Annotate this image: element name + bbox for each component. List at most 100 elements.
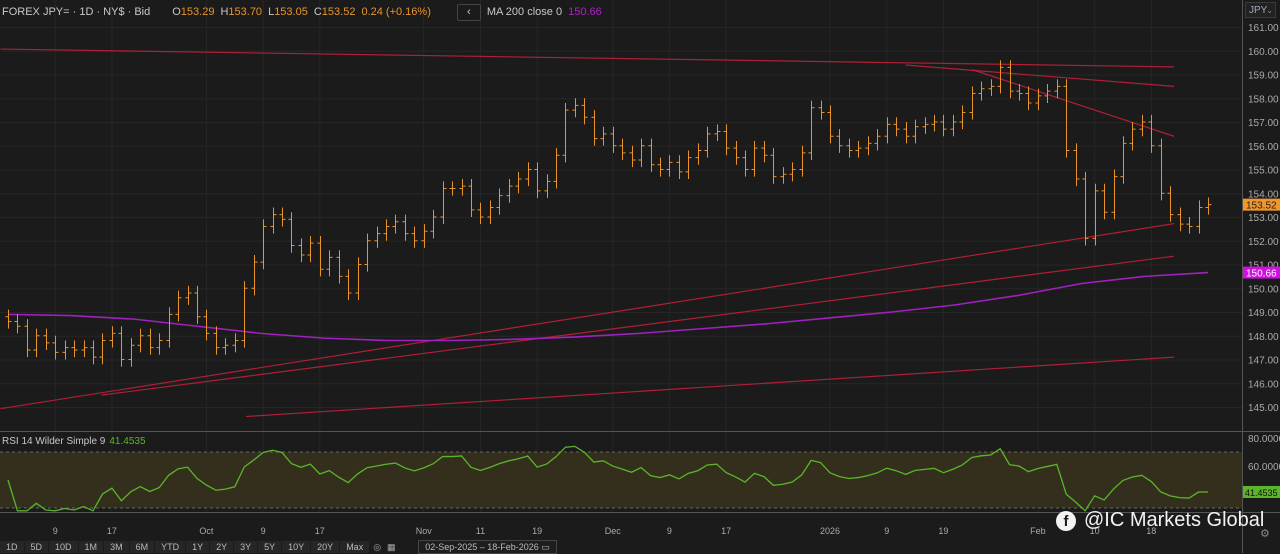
ohlc-bar — [1177, 207, 1184, 232]
ohlc-bar — [1073, 143, 1080, 187]
range-button-2y[interactable]: 2Y — [210, 541, 235, 553]
facebook-icon: f — [1056, 510, 1076, 531]
ohlc-bar — [1082, 171, 1089, 246]
trendline — [972, 69, 1175, 137]
high-value: 153.70 — [228, 6, 263, 18]
ohlc-bar — [118, 326, 125, 367]
rsi-value-tag: 41.4535 — [1245, 488, 1278, 498]
rsi-value: 41.4535 — [109, 436, 146, 447]
open-label: O — [172, 6, 181, 18]
trendline — [0, 223, 1175, 410]
range-button-5y[interactable]: 5Y — [258, 541, 283, 553]
ohlc-bar — [241, 281, 248, 348]
ohlc-bar — [62, 340, 69, 360]
chevron-down-icon: ⌄ — [1266, 6, 1273, 15]
rsi-tick-label: 80.0000 — [1248, 434, 1280, 445]
range-button-1y[interactable]: 1Y — [186, 541, 211, 553]
ohlc-bar — [14, 314, 21, 334]
ohlc-bar — [81, 340, 88, 358]
price-chart[interactable]: 161.00 160.00 159.00 158.00 157.00 156.00 155.… — [0, 0, 1280, 553]
ohlc-bar — [525, 162, 532, 187]
range-button-10y[interactable]: 10Y — [282, 541, 312, 553]
ohlc-bar — [374, 226, 381, 248]
ohlc-bar — [1205, 197, 1212, 215]
ohlc-bar — [364, 233, 371, 272]
time-axis-label: 17 — [107, 526, 117, 536]
ohlc-bar — [874, 129, 881, 151]
ohlc-bar — [496, 188, 503, 215]
ohlc-bar — [940, 114, 947, 137]
ohlc-bar — [855, 141, 862, 158]
ma-price-tag: 150.66 — [1246, 269, 1277, 280]
range-button-1m[interactable]: 1M — [78, 541, 105, 553]
range-button-3y[interactable]: 3Y — [234, 541, 259, 553]
ohlc-bar — [638, 138, 645, 168]
ohlc-bar — [581, 98, 588, 125]
ohlc-bar — [818, 100, 825, 120]
ohlc-bar — [770, 148, 777, 184]
ohlc-bar — [685, 150, 692, 179]
ohlc-bar — [648, 138, 655, 172]
ohlc-bar — [175, 290, 182, 322]
ohlc-bar — [808, 100, 815, 160]
ohlc-bar — [213, 326, 220, 355]
range-button-1d[interactable]: 1D — [0, 541, 25, 553]
ohlc-bar — [487, 200, 494, 225]
range-toolbar: 1D 5D 10D 1M 3M 6M YTD 1Y 2Y 3Y 5Y 10Y 20Y Max ◎ ▦ 02… — [0, 540, 1280, 554]
ohlc-bar — [761, 141, 768, 163]
watermark-text: @IC Markets Global — [1084, 509, 1265, 531]
price-tick-label: 150.00 — [1248, 284, 1279, 295]
date-range-picker[interactable]: 02-Sep-2025 – 18-Feb-2026 ▭ — [418, 540, 557, 554]
time-axis-label: 11 — [476, 526, 485, 536]
range-button-10d[interactable]: 10D — [49, 541, 79, 553]
close-label: C — [313, 6, 322, 18]
ohlc-bar — [1148, 114, 1155, 153]
ohlc-bar — [799, 145, 806, 177]
range-button-6m[interactable]: 6M — [129, 541, 156, 553]
ohlc-bar — [676, 155, 683, 179]
ohlc-bar — [1111, 169, 1118, 220]
range-button-20y[interactable]: 20Y — [311, 541, 341, 553]
change-value: 0.24 (+0.16%) — [361, 6, 431, 18]
last-price-tag: 153.52 — [1246, 201, 1277, 212]
ohlc-bar — [345, 269, 352, 301]
ohlc-bar — [336, 250, 343, 284]
reset-icon[interactable]: ◎ — [370, 541, 384, 553]
chart-legend: FOREX JPY= · 1D · NY$ · Bid O153.29 H153… — [2, 3, 602, 21]
price-tick-label: 157.00 — [1248, 118, 1279, 129]
ohlc-bar — [619, 138, 626, 160]
time-axis-label: Oct — [199, 526, 214, 536]
ohlc-bar — [317, 236, 324, 277]
ohlc-bar — [912, 119, 919, 144]
time-axis-label: 9 — [884, 526, 889, 536]
price-tick-label: 155.00 — [1248, 166, 1279, 177]
ohlc-bar — [950, 114, 957, 137]
time-axis-label: 9 — [261, 526, 266, 536]
ohlc-bar — [355, 257, 362, 301]
ohlc-bar — [666, 155, 673, 177]
rsi-tick-label: 60.0000 — [1248, 462, 1280, 473]
ohlc-bar — [600, 126, 607, 146]
ohlc-bar — [459, 179, 466, 196]
price-tick-label: 154.00 — [1248, 189, 1279, 200]
ohlc-bar — [922, 117, 929, 134]
range-button-3m[interactable]: 3M — [104, 541, 130, 553]
collapse-legend-button[interactable]: ‹ — [456, 3, 481, 21]
ohlc-bar — [251, 255, 258, 296]
range-button-5d[interactable]: 5D — [24, 541, 50, 553]
ohlc-bar — [137, 328, 144, 353]
table-icon[interactable]: ▦ — [384, 541, 398, 553]
range-button-max[interactable]: Max — [340, 541, 371, 553]
ohlc-bar — [1167, 186, 1174, 222]
ohlc-bar — [714, 124, 721, 141]
settings-gear-icon[interactable]: ⚙ — [1260, 527, 1270, 540]
range-button-ytd[interactable]: YTD — [155, 541, 187, 553]
ohlc-bar — [1007, 60, 1014, 99]
ma-value: 150.66 — [568, 6, 602, 18]
ohlc-bar — [506, 179, 513, 203]
ohlc-bar — [515, 171, 522, 194]
ohlc-bar — [307, 236, 314, 263]
currency-select[interactable]: JPY ⌄ — [1245, 2, 1276, 18]
ohlc-bar — [1186, 217, 1193, 234]
time-axis-label: Feb — [1030, 526, 1046, 536]
